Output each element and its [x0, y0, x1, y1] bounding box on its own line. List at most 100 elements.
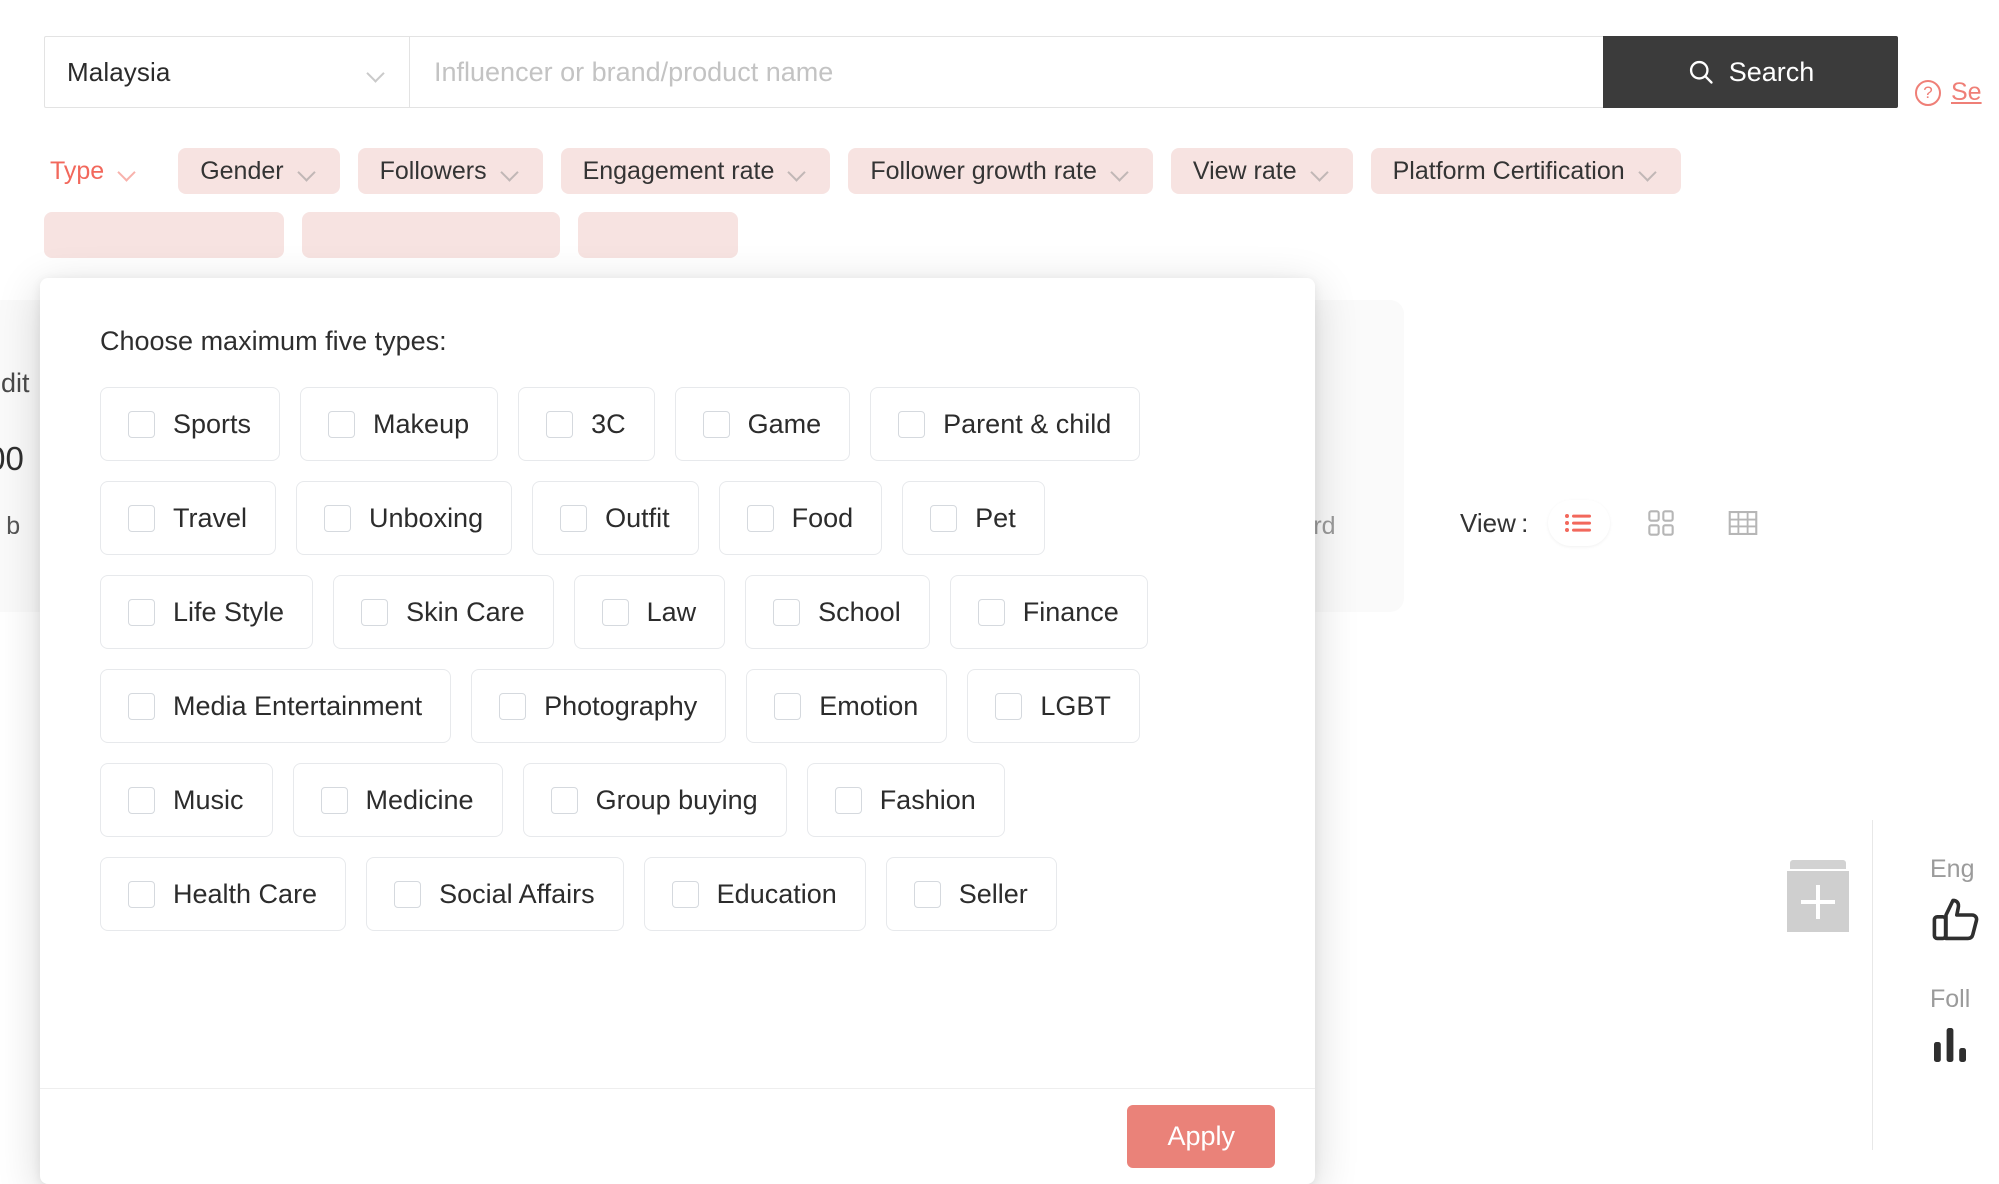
filter-chip-gender[interactable]: Gender [178, 148, 340, 194]
checkbox-icon[interactable] [601, 598, 629, 626]
type-filter-body: Choose maximum five types: Sports Makeup 3… [40, 278, 1315, 1088]
checkbox-icon[interactable] [128, 692, 155, 720]
chevron-down-icon [298, 165, 318, 177]
checkbox-icon[interactable] [773, 598, 801, 626]
chevron-down-icon [788, 165, 808, 177]
checkbox-icon[interactable] [128, 410, 155, 438]
type-option-unboxing[interactable]: Unboxing [296, 481, 513, 555]
search-help-link[interactable]: ? Se [1915, 78, 1982, 107]
checkbox-icon[interactable] [546, 410, 574, 438]
add-to-collection-icon[interactable] [1787, 860, 1849, 932]
type-option-medicine[interactable]: Medicine [292, 763, 503, 837]
apply-button[interactable]: Apply [1127, 1105, 1275, 1168]
checkbox-icon[interactable] [702, 410, 730, 438]
checkbox-icon[interactable] [913, 880, 941, 908]
search-button[interactable]: Search [1603, 36, 1898, 108]
filter-chip-view-rate[interactable]: View rate [1170, 148, 1353, 194]
type-option-music[interactable]: Music [100, 763, 273, 837]
type-option-label: Skin Care [406, 596, 525, 627]
type-option-seller[interactable]: Seller [885, 857, 1057, 931]
checkbox-icon[interactable] [320, 786, 348, 814]
type-option-health-care[interactable]: Health Care [100, 857, 347, 931]
type-option-group-buying[interactable]: Group buying [522, 763, 787, 837]
checkbox-icon[interactable] [671, 880, 699, 908]
type-option-lgbt[interactable]: LGBT [967, 669, 1140, 743]
filter-chip-hidden-2[interactable] [302, 212, 560, 258]
checkbox-icon[interactable] [550, 786, 578, 814]
checkbox-icon[interactable] [898, 410, 926, 438]
filter-chip-hidden-3[interactable] [578, 212, 738, 258]
type-option-fashion[interactable]: Fashion [806, 763, 1005, 837]
filter-chip-engagement-rate[interactable]: Engagement rate [560, 148, 831, 194]
type-option-travel[interactable]: Travel [100, 481, 277, 555]
type-option-food[interactable]: Food [718, 481, 883, 555]
type-option-sports[interactable]: Sports [100, 387, 281, 461]
type-option-label: Parent & child [943, 408, 1112, 439]
type-option-row: Sports Makeup 3C Game Parent & child [100, 387, 1255, 461]
checkbox-icon[interactable] [995, 692, 1023, 720]
grid-view-icon [1648, 510, 1675, 536]
search-input[interactable] [432, 37, 1603, 107]
checkbox-icon[interactable] [128, 598, 155, 626]
type-option-school[interactable]: School [745, 575, 930, 649]
type-option-skin-care[interactable]: Skin Care [333, 575, 554, 649]
type-option-makeup[interactable]: Makeup [300, 387, 499, 461]
type-option-law[interactable]: Law [573, 575, 726, 649]
view-mode-grid[interactable] [1630, 500, 1692, 546]
checkbox-icon[interactable] [394, 880, 422, 908]
thumbs-up-icon [1930, 894, 1982, 949]
view-mode-list[interactable] [1548, 500, 1611, 546]
type-option-label: Law [646, 596, 697, 627]
type-option-label: Group buying [595, 784, 758, 815]
checkbox-icon[interactable] [324, 504, 352, 532]
bar-chart-icon [1930, 1024, 1976, 1071]
checkbox-icon[interactable] [328, 410, 356, 438]
type-option-row: Life Style Skin Care Law School Finance [100, 575, 1255, 649]
filter-chip-followers-label: Followers [379, 156, 487, 185]
plus-vertical [1816, 885, 1820, 919]
checkbox-icon[interactable] [746, 504, 774, 532]
country-select[interactable]: Malaysia [44, 36, 409, 108]
filter-chip-platform-certification[interactable]: Platform Certification [1370, 148, 1681, 194]
checkbox-icon[interactable] [930, 504, 958, 532]
type-option-photography[interactable]: Photography [471, 669, 727, 743]
type-option-outfit[interactable]: Outfit [532, 481, 699, 555]
type-option-label: Fashion [879, 784, 976, 815]
type-option-label: Game [747, 408, 822, 439]
type-option-finance[interactable]: Finance [949, 575, 1148, 649]
checkbox-icon[interactable] [128, 880, 155, 908]
type-option-row: Media Entertainment Photography Emotion LGB… [100, 669, 1255, 743]
filter-chip-followers[interactable]: Followers [357, 148, 543, 194]
filter-chip-platform-certification-label: Platform Certification [1392, 156, 1625, 185]
filter-chip-follower-growth-rate-label: Follower growth rate [870, 156, 1097, 185]
search-bar: Malaysia Search [44, 36, 1898, 108]
type-option-pet[interactable]: Pet [902, 481, 1045, 555]
type-option-3c[interactable]: 3C [518, 387, 655, 461]
filter-chip-follower-growth-rate[interactable]: Follower growth rate [848, 148, 1153, 194]
type-option-label: Outfit [605, 502, 670, 533]
type-option-media-entertainment[interactable]: Media Entertainment [100, 669, 452, 743]
type-option-parent-child[interactable]: Parent & child [870, 387, 1141, 461]
type-option-social-affairs[interactable]: Social Affairs [366, 857, 624, 931]
checkbox-icon[interactable] [977, 598, 1005, 626]
type-option-game[interactable]: Game [674, 387, 851, 461]
checkbox-icon[interactable] [560, 504, 588, 532]
search-help-label: Se [1951, 78, 1982, 106]
type-option-life-style[interactable]: Life Style [100, 575, 314, 649]
checkbox-icon[interactable] [128, 504, 155, 532]
filter-chip-hidden-1[interactable] [44, 212, 284, 258]
filter-chip-type[interactable]: Type [44, 148, 160, 194]
list-view-icon [1565, 514, 1592, 532]
filter-chip-engagement-rate-label: Engagement rate [582, 156, 775, 185]
checkbox-icon[interactable] [774, 692, 802, 720]
view-mode-table[interactable] [1712, 500, 1774, 546]
checkbox-icon[interactable] [834, 786, 862, 814]
checkbox-icon[interactable] [361, 598, 389, 626]
table-view-icon [1729, 511, 1758, 535]
checkbox-icon[interactable] [128, 786, 155, 814]
type-option-row: Music Medicine Group buying Fashion [100, 763, 1255, 837]
type-option-education[interactable]: Education [643, 857, 866, 931]
type-option-emotion[interactable]: Emotion [746, 669, 948, 743]
type-option-label: Makeup [373, 408, 470, 439]
checkbox-icon[interactable] [499, 692, 527, 720]
